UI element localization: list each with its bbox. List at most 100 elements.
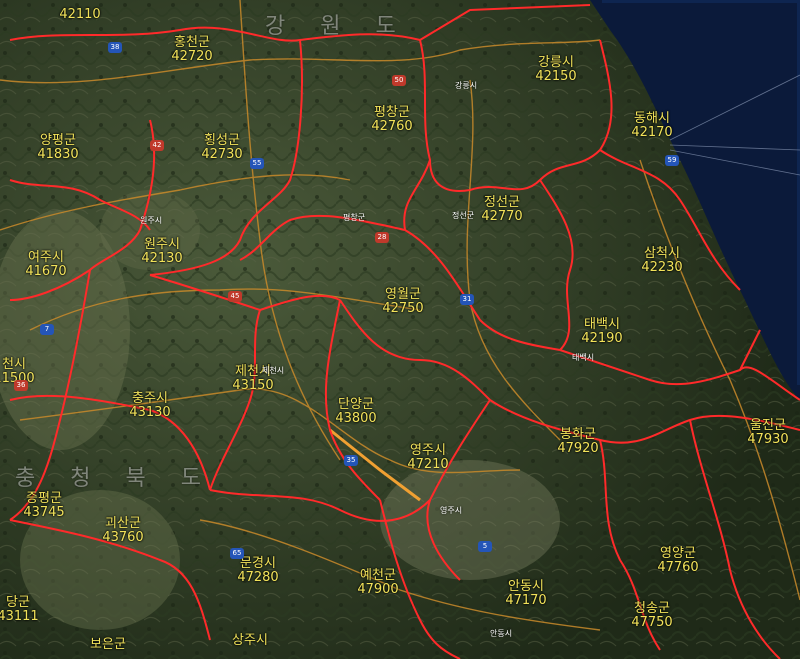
region-label-bonghwa[interactable]: 봉화군 47920	[557, 428, 598, 456]
road-shield: 42	[150, 140, 164, 151]
place-label-taebaek: 태백시	[572, 353, 595, 362]
region-label-yeoju[interactable]: 여주시 41670	[25, 251, 66, 279]
region-code: 43111	[0, 609, 39, 624]
region-label-pyeongchang[interactable]: 평창군 42760	[371, 106, 412, 134]
region-name: 천시	[2, 357, 26, 372]
region-code: 42760	[371, 119, 413, 134]
road-shield: 59	[665, 155, 679, 166]
place-label-jeongseon: 정선군	[452, 211, 475, 220]
region-label-jeungpyeong[interactable]: 증평군 43745	[23, 492, 64, 520]
road-shield: 28	[375, 232, 389, 243]
region-name: 원주시	[144, 237, 180, 252]
region-name: 양평군	[40, 133, 76, 148]
road-shield: 65	[230, 548, 244, 559]
region-name: 횡성군	[204, 133, 240, 148]
place-label-andong: 안동시	[490, 629, 513, 638]
region-name: 여주시	[28, 250, 64, 265]
region-name: 증평군	[26, 491, 62, 506]
region-code: 42150	[535, 69, 577, 84]
region-label-taebaek[interactable]: 태백시 42190	[581, 318, 622, 346]
region-name: 울진군	[750, 418, 786, 433]
place-label-jecheon: 제천시	[262, 366, 285, 375]
region-label-hoengseong[interactable]: 횡성군 42730	[201, 134, 242, 162]
region-label-jincheon_part[interactable]: 당군 43111	[0, 596, 39, 624]
region-label-jeongseon[interactable]: 정선군 42770	[481, 196, 522, 224]
region-label-wonju[interactable]: 원주시 42130	[141, 238, 182, 266]
region-label-goesan[interactable]: 괴산군 43760	[102, 517, 143, 545]
region-name: 안동시	[508, 579, 544, 594]
region-label-chungju[interactable]: 충주시 43130	[129, 392, 170, 420]
region-label-andong[interactable]: 안동시 47170	[505, 580, 546, 608]
region-label-yangpyeong[interactable]: 양평군 41830	[37, 134, 78, 162]
road-shield: 7	[40, 324, 54, 335]
region-code: 47760	[657, 560, 699, 575]
place-label-yeongju: 영주시	[440, 506, 463, 515]
region-code: 47170	[505, 593, 547, 608]
region-label-uljin[interactable]: 울진군 47930	[747, 419, 788, 447]
region-code: 43130	[129, 405, 171, 420]
region-name: 봉화군	[560, 427, 596, 442]
region-label-gangneung[interactable]: 강릉시 42150	[535, 56, 576, 84]
road-shield: 36	[14, 380, 28, 391]
place-label-pyeongchang: 평창군	[343, 213, 366, 222]
region-code: 43745	[23, 505, 65, 520]
region-name: 충주시	[132, 391, 168, 406]
region-label-samcheok[interactable]: 삼척시 42230	[641, 247, 682, 275]
region-code: 42230	[641, 260, 683, 275]
region-code: 42130	[141, 251, 183, 266]
region-label-yeongyang[interactable]: 영양군 47760	[657, 547, 698, 575]
region-label-cheongsong[interactable]: 청송군 47750	[631, 602, 672, 630]
region-name: 영양군	[660, 546, 696, 561]
region-label-danyang[interactable]: 단양군 43800	[335, 398, 376, 426]
region-name: 단양군	[338, 397, 374, 412]
region-name: 태백시	[584, 317, 620, 332]
region-name: 예천군	[360, 568, 396, 583]
region-code: 42190	[581, 331, 623, 346]
region-name: 홍천군	[174, 35, 210, 50]
map-viewport[interactable]: 강 원 도 충 청 북 도 홍천군 42720 양평군 41830 횡성군 42730 평창…	[0, 0, 800, 659]
road-shield: 50	[392, 75, 406, 86]
region-code: 47750	[631, 615, 673, 630]
region-code: 47930	[747, 432, 789, 447]
region-label-yeongwol[interactable]: 영월군 42750	[382, 288, 423, 316]
region-code: 43760	[102, 530, 144, 545]
road-shield: 5	[478, 541, 492, 552]
region-label-hongcheon[interactable]: 홍천군 42720	[171, 36, 212, 64]
region-name: 당군	[6, 595, 30, 610]
road-shield: 38	[108, 42, 122, 53]
region-code: 42170	[631, 125, 673, 140]
region-code: 42720	[171, 49, 213, 64]
region-label-sangju[interactable]: 상주시	[232, 634, 268, 648]
province-label-chungbuk: 충 청 북 도	[15, 466, 215, 491]
region-code: 43800	[335, 411, 377, 426]
region-code: 42770	[481, 209, 523, 224]
region-name: 평창군	[374, 105, 410, 120]
region-code: 41670	[25, 264, 67, 279]
region-name: 강릉시	[538, 55, 574, 70]
region-name: 문경시	[240, 556, 276, 571]
road-shield: 45	[228, 291, 242, 302]
region-code: 42750	[382, 301, 424, 316]
region-code: 47920	[557, 441, 599, 456]
region-label-yecheon[interactable]: 예천군 47900	[357, 569, 398, 597]
region-name: 영월군	[385, 287, 421, 302]
region-code: 42730	[201, 147, 243, 162]
region-code: 42110	[59, 7, 101, 22]
province-label-gangwon: 강 원 도	[265, 14, 410, 39]
region-label-boeun[interactable]: 보은군	[90, 638, 126, 652]
region-name: 보은군	[90, 637, 126, 652]
place-label-gangneung: 강릉시	[455, 81, 478, 90]
region-name: 청송군	[634, 601, 670, 616]
region-label-donghae[interactable]: 동해시 42170	[631, 112, 672, 140]
road-shield: 55	[250, 158, 264, 169]
region-name: 상주시	[232, 633, 268, 648]
region-code: 43150	[232, 378, 274, 393]
region-label-yeongju[interactable]: 영주시 47210	[407, 444, 448, 472]
region-name: 정선군	[484, 195, 520, 210]
region-name: 동해시	[634, 111, 670, 126]
region-label-chuncheon_part[interactable]: 42110	[59, 8, 100, 22]
region-label-mungyeong[interactable]: 문경시 47280	[237, 557, 278, 585]
region-name: 삼척시	[644, 246, 680, 261]
region-name: 괴산군	[105, 516, 141, 531]
region-name: 영주시	[410, 443, 446, 458]
